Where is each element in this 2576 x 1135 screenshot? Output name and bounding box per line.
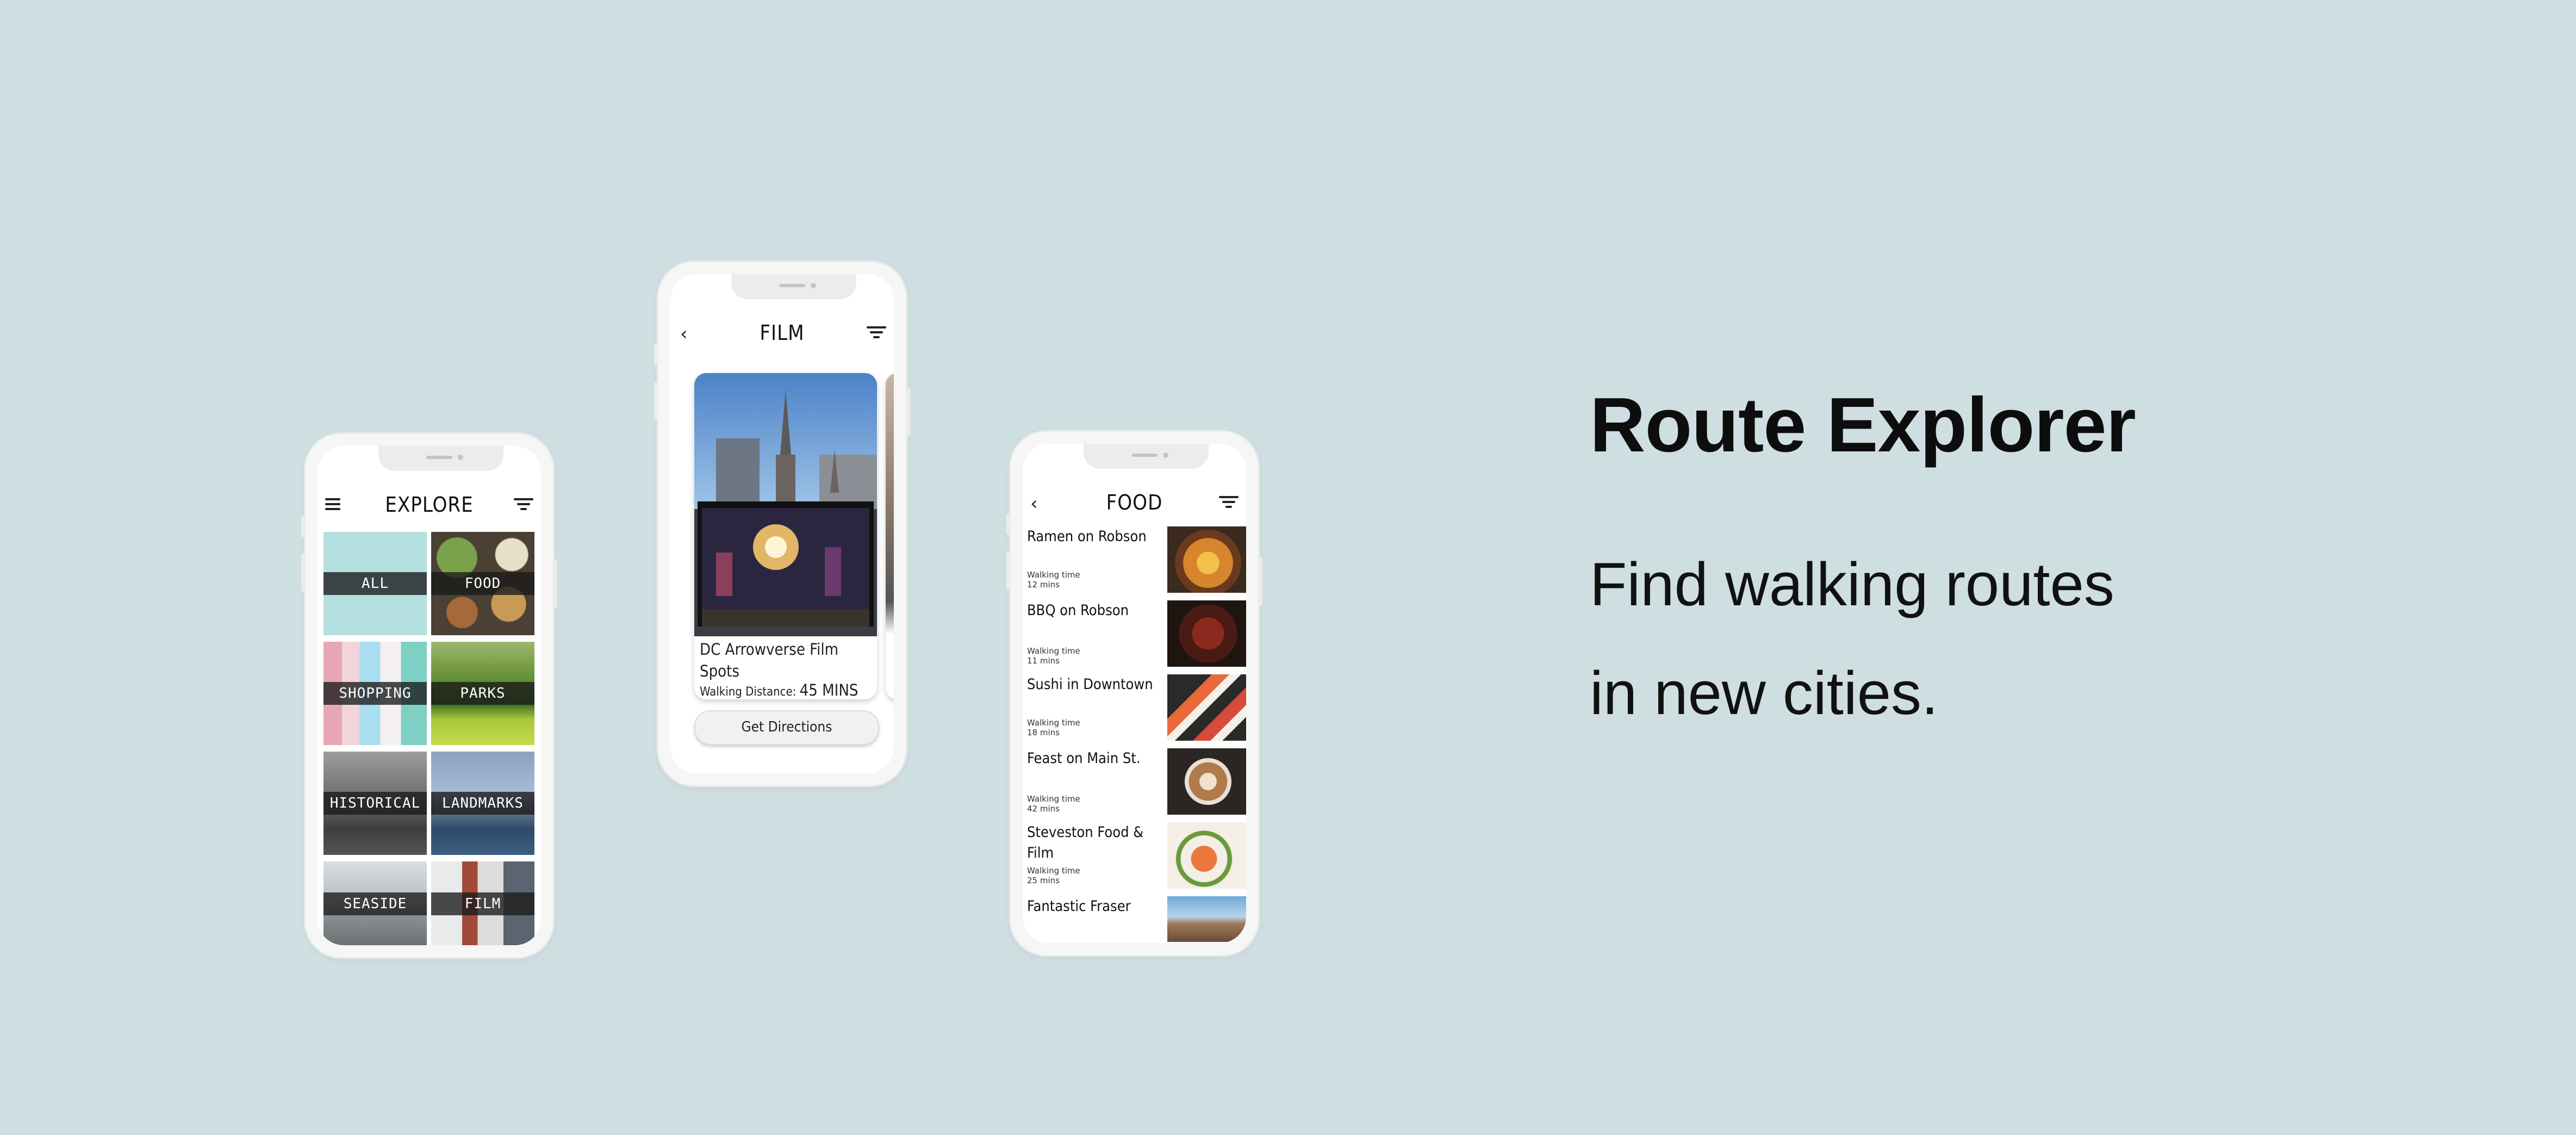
explore-phone: EXPLORE ALL FOOD SHOPPING PARKS HISTORIC…: [301, 434, 557, 957]
walking-time-value: 42 mins: [1027, 804, 1060, 814]
category-tile-parks[interactable]: PARKS: [431, 642, 534, 745]
side-button: [906, 387, 910, 436]
film-phone: ‹ FILM DC Arrowverse Film Spots Walking …: [654, 262, 910, 785]
tagline-line: Find walking routes: [1590, 550, 2114, 618]
walking-distance-label: Walking Distance:: [700, 685, 797, 699]
category-tile-landmarks[interactable]: LANDMARKS: [431, 752, 534, 855]
side-button: [553, 559, 557, 608]
film-route-card[interactable]: DC Arrowverse Film Spots Walking Distanc…: [694, 373, 877, 699]
walking-time-value: 25 mins: [1027, 876, 1060, 885]
food-route-name: Ramen on Robson: [1027, 528, 1147, 545]
side-button: [301, 516, 306, 537]
page-title: FILM: [760, 321, 805, 345]
side-button: [1006, 551, 1011, 590]
tagline: Find walking routes in new cities.: [1590, 530, 2297, 748]
food-route-name: BBQ on Robson: [1027, 602, 1129, 619]
walking-time-label: Walking time: [1027, 794, 1080, 804]
category-tile-all[interactable]: ALL: [323, 532, 427, 635]
category-label: FILM: [431, 892, 534, 915]
walking-time: Walking time 42 mins: [1027, 794, 1080, 814]
category-label: SEASIDE: [323, 892, 427, 915]
category-label: SHOPPING: [323, 682, 427, 705]
food-header: ‹ FOOD: [1023, 487, 1246, 520]
phone-notch: [1084, 444, 1209, 469]
category-tile-shopping[interactable]: SHOPPING: [323, 642, 427, 745]
filter-icon[interactable]: [867, 323, 888, 345]
headline: Route Explorer: [1590, 382, 2136, 468]
tagline-line: in new cities.: [1590, 659, 1939, 727]
category-label: ALL: [323, 572, 427, 595]
category-tile-seaside[interactable]: SEASIDE: [323, 861, 427, 945]
explore-screen: EXPLORE ALL FOOD SHOPPING PARKS HISTORIC…: [318, 446, 541, 945]
get-directions-button[interactable]: Get Directions: [694, 710, 879, 745]
category-tile-film[interactable]: FILM: [431, 861, 534, 945]
page-title: FOOD: [1106, 491, 1163, 514]
side-button: [654, 382, 658, 420]
walking-time-value: 12 mins: [1027, 580, 1060, 590]
side-button: [654, 344, 658, 365]
category-label: HISTORICAL: [323, 792, 427, 815]
food-route-name: Sushi in Downtown: [1027, 676, 1153, 693]
film-screen: ‹ FILM DC Arrowverse Film Spots Walking …: [670, 274, 894, 773]
food-route-name: Feast on Main St.: [1027, 750, 1141, 767]
page-title: EXPLORE: [385, 493, 474, 517]
walking-time-label: Walking time: [1027, 866, 1080, 876]
filter-icon[interactable]: [1219, 493, 1241, 514]
walking-time: Walking time 11 mins: [1027, 646, 1080, 666]
side-button: [301, 554, 306, 592]
walking-time: Walking time 25 mins: [1027, 866, 1080, 885]
walking-time-value: 11 mins: [1027, 656, 1060, 666]
film-header: ‹ FILM: [670, 318, 894, 350]
food-thumbnail: [1167, 748, 1246, 815]
walking-distance: Walking Distance: 45 MINS: [700, 681, 858, 699]
walking-time-label: Walking time: [1027, 570, 1080, 580]
food-thumbnail: [1167, 822, 1246, 889]
food-thumbnail: [1167, 526, 1246, 593]
walking-time-label: Walking time: [1027, 646, 1080, 656]
side-button: [1006, 513, 1011, 535]
walking-time: Walking time 12 mins: [1027, 570, 1080, 590]
walking-time: Walking time 18 mins: [1027, 718, 1080, 737]
film-route-photo: [694, 373, 877, 636]
film-route-name: DC Arrowverse Film Spots: [700, 640, 838, 680]
food-phone: ‹ FOOD Ramen on Robson Walking time 12 m…: [1006, 432, 1262, 955]
category-label: PARKS: [431, 682, 534, 705]
food-thumbnail: [1167, 896, 1246, 942]
walking-time-value: 18 mins: [1027, 728, 1060, 737]
food-thumbnail: [1167, 600, 1246, 667]
side-button: [1258, 557, 1262, 606]
category-label: FOOD: [431, 572, 534, 595]
food-route-name: Fantastic Fraser: [1027, 898, 1131, 915]
category-tile-historical[interactable]: HISTORICAL: [323, 752, 427, 855]
category-tile-food[interactable]: FOOD: [431, 532, 534, 635]
phone-notch: [731, 274, 856, 299]
walking-distance-value: 45 MINS: [799, 681, 858, 699]
explore-header: EXPLORE: [318, 489, 541, 522]
film-route-image: [694, 373, 877, 636]
filter-icon[interactable]: [514, 495, 536, 517]
next-route-card[interactable]: [886, 373, 894, 699]
food-route-name: Steveston Food & Film: [1027, 824, 1144, 861]
phone-notch: [378, 446, 503, 471]
walking-time-label: Walking time: [1027, 718, 1080, 728]
food-thumbnail: [1167, 674, 1246, 741]
category-label: LANDMARKS: [431, 792, 534, 815]
food-screen: ‹ FOOD Ramen on Robson Walking time 12 m…: [1023, 444, 1246, 943]
